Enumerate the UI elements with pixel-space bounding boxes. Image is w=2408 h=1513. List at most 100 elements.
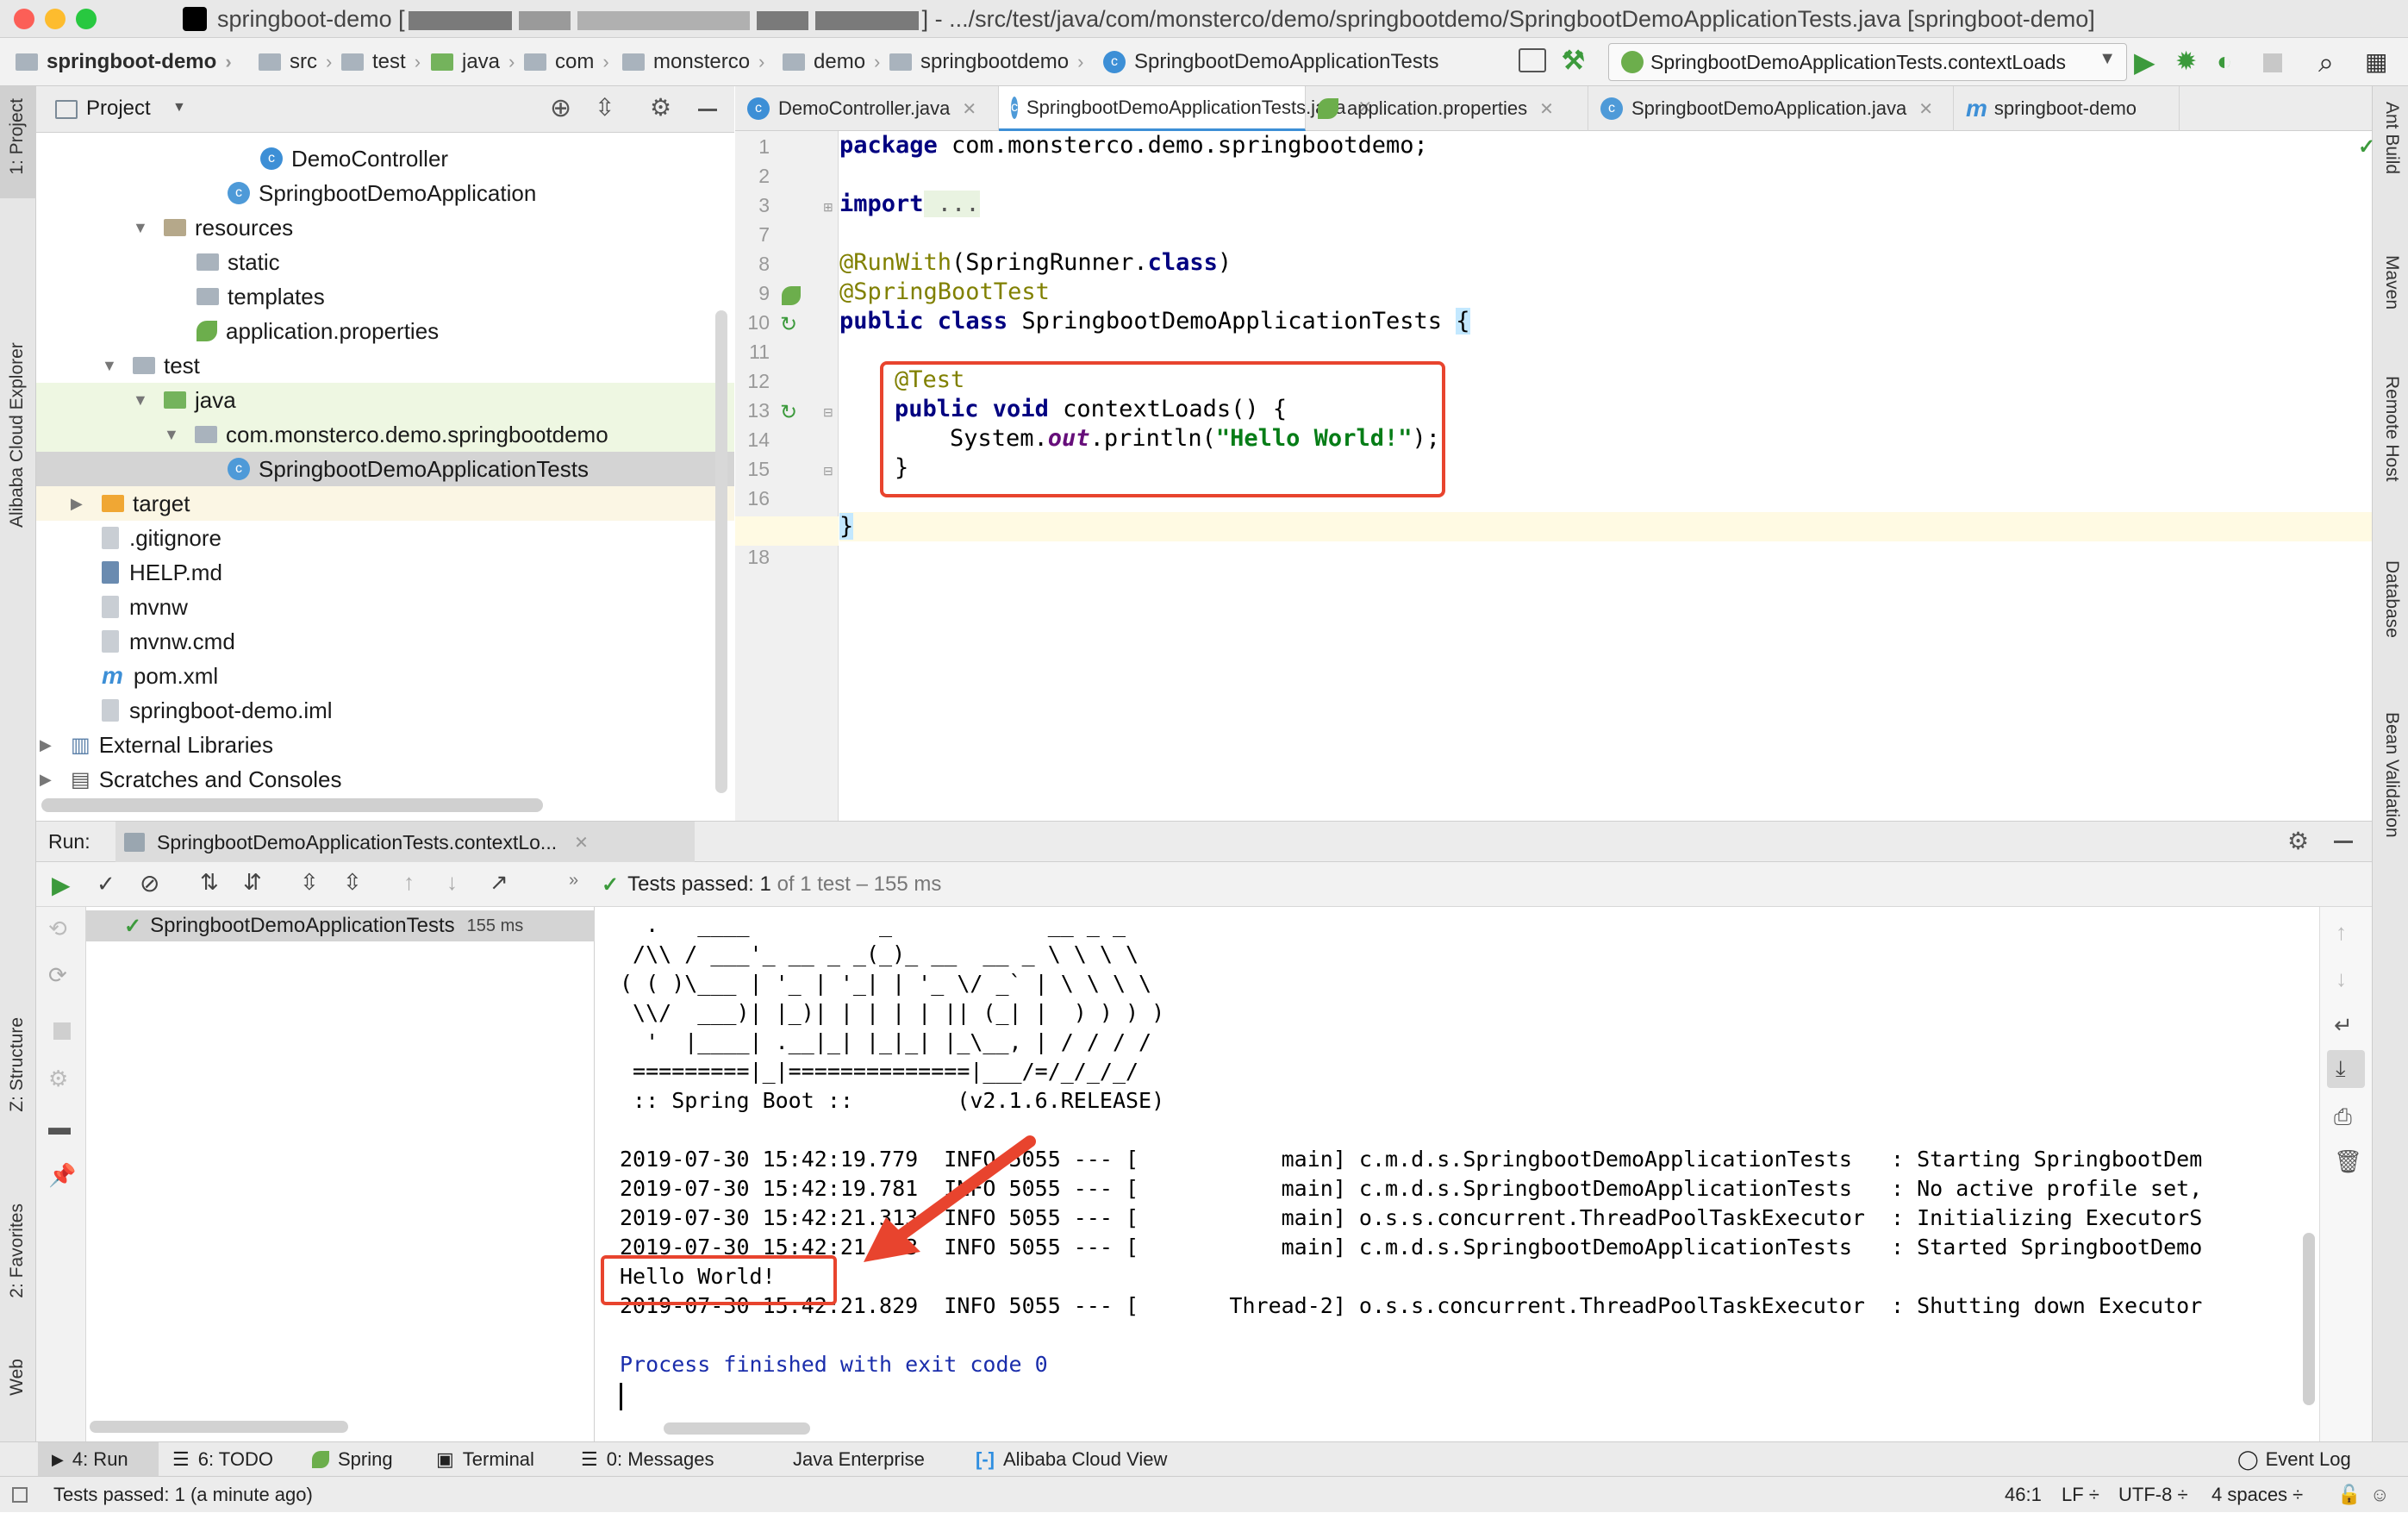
fold-icon[interactable]: ⊞ <box>823 200 833 215</box>
breadcrumb-project[interactable]: springboot-demo › <box>16 38 232 86</box>
locate-target-icon[interactable]: ⊕ <box>550 93 571 123</box>
toolwindow-spring[interactable]: Spring <box>312 1442 393 1477</box>
breadcrumb-src[interactable]: src › <box>259 38 332 86</box>
close-tab-icon[interactable]: ✕ <box>1918 98 1933 120</box>
console-vertical-scrollbar[interactable] <box>2303 1233 2315 1405</box>
toolwindow-alibaba-cloud-view[interactable]: [-] Alibaba Cloud View <box>976 1442 1167 1477</box>
breadcrumb-monsterco[interactable]: monsterco › <box>622 38 764 86</box>
search-icon[interactable]: ⌕ <box>2318 48 2346 76</box>
tool-database[interactable]: Database <box>2381 560 2402 638</box>
tab-springbootdemoapplicationtests[interactable]: c SpringbootDemoApplicationTests.java ✕ <box>999 86 1372 131</box>
run-tab[interactable]: SpringbootDemoApplicationTests.contextLo… <box>115 822 695 863</box>
rerun-icon[interactable]: ▶ <box>52 871 71 899</box>
run-dashboard-icon[interactable] <box>1519 48 1546 72</box>
inspector-icon[interactable]: ☺ <box>2370 1484 2389 1506</box>
tool-maven[interactable]: Maven <box>2381 255 2402 309</box>
rerun-failed-icon[interactable]: ⟲ <box>48 916 67 942</box>
tree-item-springbootdemoapplication[interactable]: c SpringbootDemoApplication <box>36 176 734 210</box>
tree-item-pom-xml[interactable]: m pom.xml <box>36 659 734 693</box>
pin-icon[interactable]: 📌 <box>48 1162 76 1189</box>
minimize-window-button[interactable] <box>45 9 66 29</box>
run-with-coverage-icon[interactable]: ◐ <box>2217 48 2244 76</box>
sort-by-duration-icon[interactable]: ⇵ <box>243 869 262 896</box>
zoom-window-button[interactable] <box>76 9 97 29</box>
tree-item-test[interactable]: ▼ test <box>36 348 734 383</box>
tree-item-scratches[interactable]: ▶ ▤ Scratches and Consoles <box>36 762 734 797</box>
tree-item-external-libraries[interactable]: ▶ ▥ External Libraries <box>36 728 734 762</box>
tab-application-properties[interactable]: application.properties ✕ <box>1306 86 1588 131</box>
spring-bean-gutter-icon[interactable] <box>782 286 801 305</box>
tool-favorites[interactable]: 2: Favorites <box>7 1204 28 1298</box>
indent-setting[interactable]: 4 spaces ÷ <box>2211 1477 2303 1513</box>
trash-icon[interactable]: 🗑 <box>2334 1148 2362 1175</box>
inspection-ok-check-icon[interactable]: ✓ <box>2358 134 2375 159</box>
layout-icon[interactable]: ▬ <box>48 1114 71 1141</box>
tool-structure[interactable]: Z: Structure <box>7 1017 28 1112</box>
breadcrumb-demo[interactable]: demo › <box>783 38 880 86</box>
tab-democontroller[interactable]: c DemoController.java ✕ <box>735 86 999 131</box>
tab-pom-springboot-demo[interactable]: m springboot-demo <box>1954 86 2180 131</box>
tool-project[interactable]: 1: Project <box>7 98 28 175</box>
scroll-to-end-icon[interactable]: ⤓ <box>2336 1055 2346 1083</box>
expand-triangle-icon[interactable]: ▼ <box>133 391 152 410</box>
toolwindow-messages[interactable]: ☰ 0: Messages <box>581 1442 714 1477</box>
close-tab-icon[interactable]: ✕ <box>962 98 976 120</box>
export-icon[interactable]: ↗ <box>490 869 508 896</box>
test-result-item[interactable]: ✓ SpringbootDemoApplicationTests 155 ms <box>86 910 595 941</box>
toolwindow-terminal[interactable]: ▣ Terminal <box>436 1442 534 1477</box>
tree-item-target[interactable]: ▶ target <box>36 486 734 521</box>
tree-item-democontroller[interactable]: c DemoController <box>36 141 734 176</box>
stop-icon[interactable] <box>53 1022 71 1040</box>
breadcrumb-class[interactable]: c SpringbootDemoApplicationTests <box>1103 38 1439 86</box>
line-separator[interactable]: LF ÷ <box>2062 1477 2099 1513</box>
toolwindow-todo[interactable]: ☰ 6: TODO <box>172 1442 273 1477</box>
tree-item-help-md[interactable]: HELP.md <box>36 555 734 590</box>
show-ignored-icon[interactable]: ⊘ <box>140 869 159 897</box>
build-hammer-icon[interactable]: ⚒ <box>1562 47 1591 76</box>
collapse-triangle-icon[interactable]: ▶ <box>40 771 59 789</box>
tree-item-static[interactable]: static <box>36 245 734 279</box>
up-arrow-icon[interactable]: ↑ <box>2336 919 2347 946</box>
show-passed-check-icon[interactable]: ✓ <box>97 871 115 897</box>
tool-alibaba-cloud-explorer[interactable]: Alibaba Cloud Explorer <box>7 234 28 528</box>
run-test-method-gutter-icon[interactable]: ↻ <box>780 400 797 425</box>
minimize-panel-icon[interactable] <box>698 109 717 111</box>
fold-icon[interactable]: ⊟ <box>823 405 833 420</box>
run-test-class-gutter-icon[interactable]: ↻ <box>780 312 797 337</box>
tree-item-templates[interactable]: templates <box>36 279 734 314</box>
tree-item-springbootdemoapplicationtests[interactable]: c SpringbootDemoApplicationTests <box>36 452 734 486</box>
tree-item-java[interactable]: ▼ java <box>36 383 734 417</box>
down-arrow-icon[interactable]: ↓ <box>2336 966 2347 992</box>
tree-item-resources[interactable]: ▼ resources <box>36 210 734 245</box>
breadcrumb-java[interactable]: java › <box>431 38 515 86</box>
expand-triangle-icon[interactable]: ▼ <box>102 357 121 375</box>
toggle-auto-test-icon[interactable]: ⟳ <box>48 962 67 989</box>
expand-triangle-icon[interactable]: ▼ <box>164 426 183 444</box>
expand-all-icon[interactable]: ⇳ <box>300 869 319 896</box>
breadcrumb-springbootdemo[interactable]: springbootdemo › <box>889 38 1083 86</box>
tab-springbootdemoapplication[interactable]: c SpringbootDemoApplication.java ✕ <box>1588 86 1954 131</box>
collapse-triangle-icon[interactable]: ▶ <box>40 736 59 754</box>
project-vertical-scrollbar[interactable] <box>715 310 727 793</box>
tree-item-application-properties[interactable]: application.properties <box>36 314 734 348</box>
toggle-tool-buttons-icon[interactable] <box>12 1487 28 1503</box>
minimize-panel-icon[interactable] <box>2334 841 2353 843</box>
fold-icon[interactable]: ⊟ <box>823 464 833 478</box>
tree-item-gitignore[interactable]: .gitignore <box>36 521 734 555</box>
collapse-all-icon[interactable]: ⇳ <box>595 93 614 122</box>
debug-bug-icon[interactable]: ✹ <box>2175 48 2203 76</box>
tool-ant-build[interactable]: Ant Build <box>2381 102 2402 174</box>
file-encoding[interactable]: UTF-8 ÷ <box>2118 1477 2188 1513</box>
console-horizontal-scrollbar[interactable] <box>664 1422 810 1435</box>
tree-item-mvnw[interactable]: mvnw <box>36 590 734 624</box>
breadcrumb-com[interactable]: com › <box>524 38 609 86</box>
run-configuration-select[interactable]: SpringbootDemoApplicationTests.contextLo… <box>1608 43 2127 81</box>
tree-item-package[interactable]: ▼ com.monsterco.demo.springbootdemo <box>36 417 734 452</box>
test-tree-scrollbar[interactable] <box>90 1421 348 1433</box>
project-panel-title[interactable]: Project <box>86 97 151 121</box>
close-tab-icon[interactable]: ✕ <box>1539 98 1554 120</box>
gear-icon[interactable]: ⚙ <box>2287 827 2309 855</box>
caret-position[interactable]: 46:1 <box>2005 1477 2042 1513</box>
tool-remote-host[interactable]: Remote Host <box>2381 376 2402 482</box>
structure-grid-icon[interactable]: ▦ <box>2365 48 2392 76</box>
